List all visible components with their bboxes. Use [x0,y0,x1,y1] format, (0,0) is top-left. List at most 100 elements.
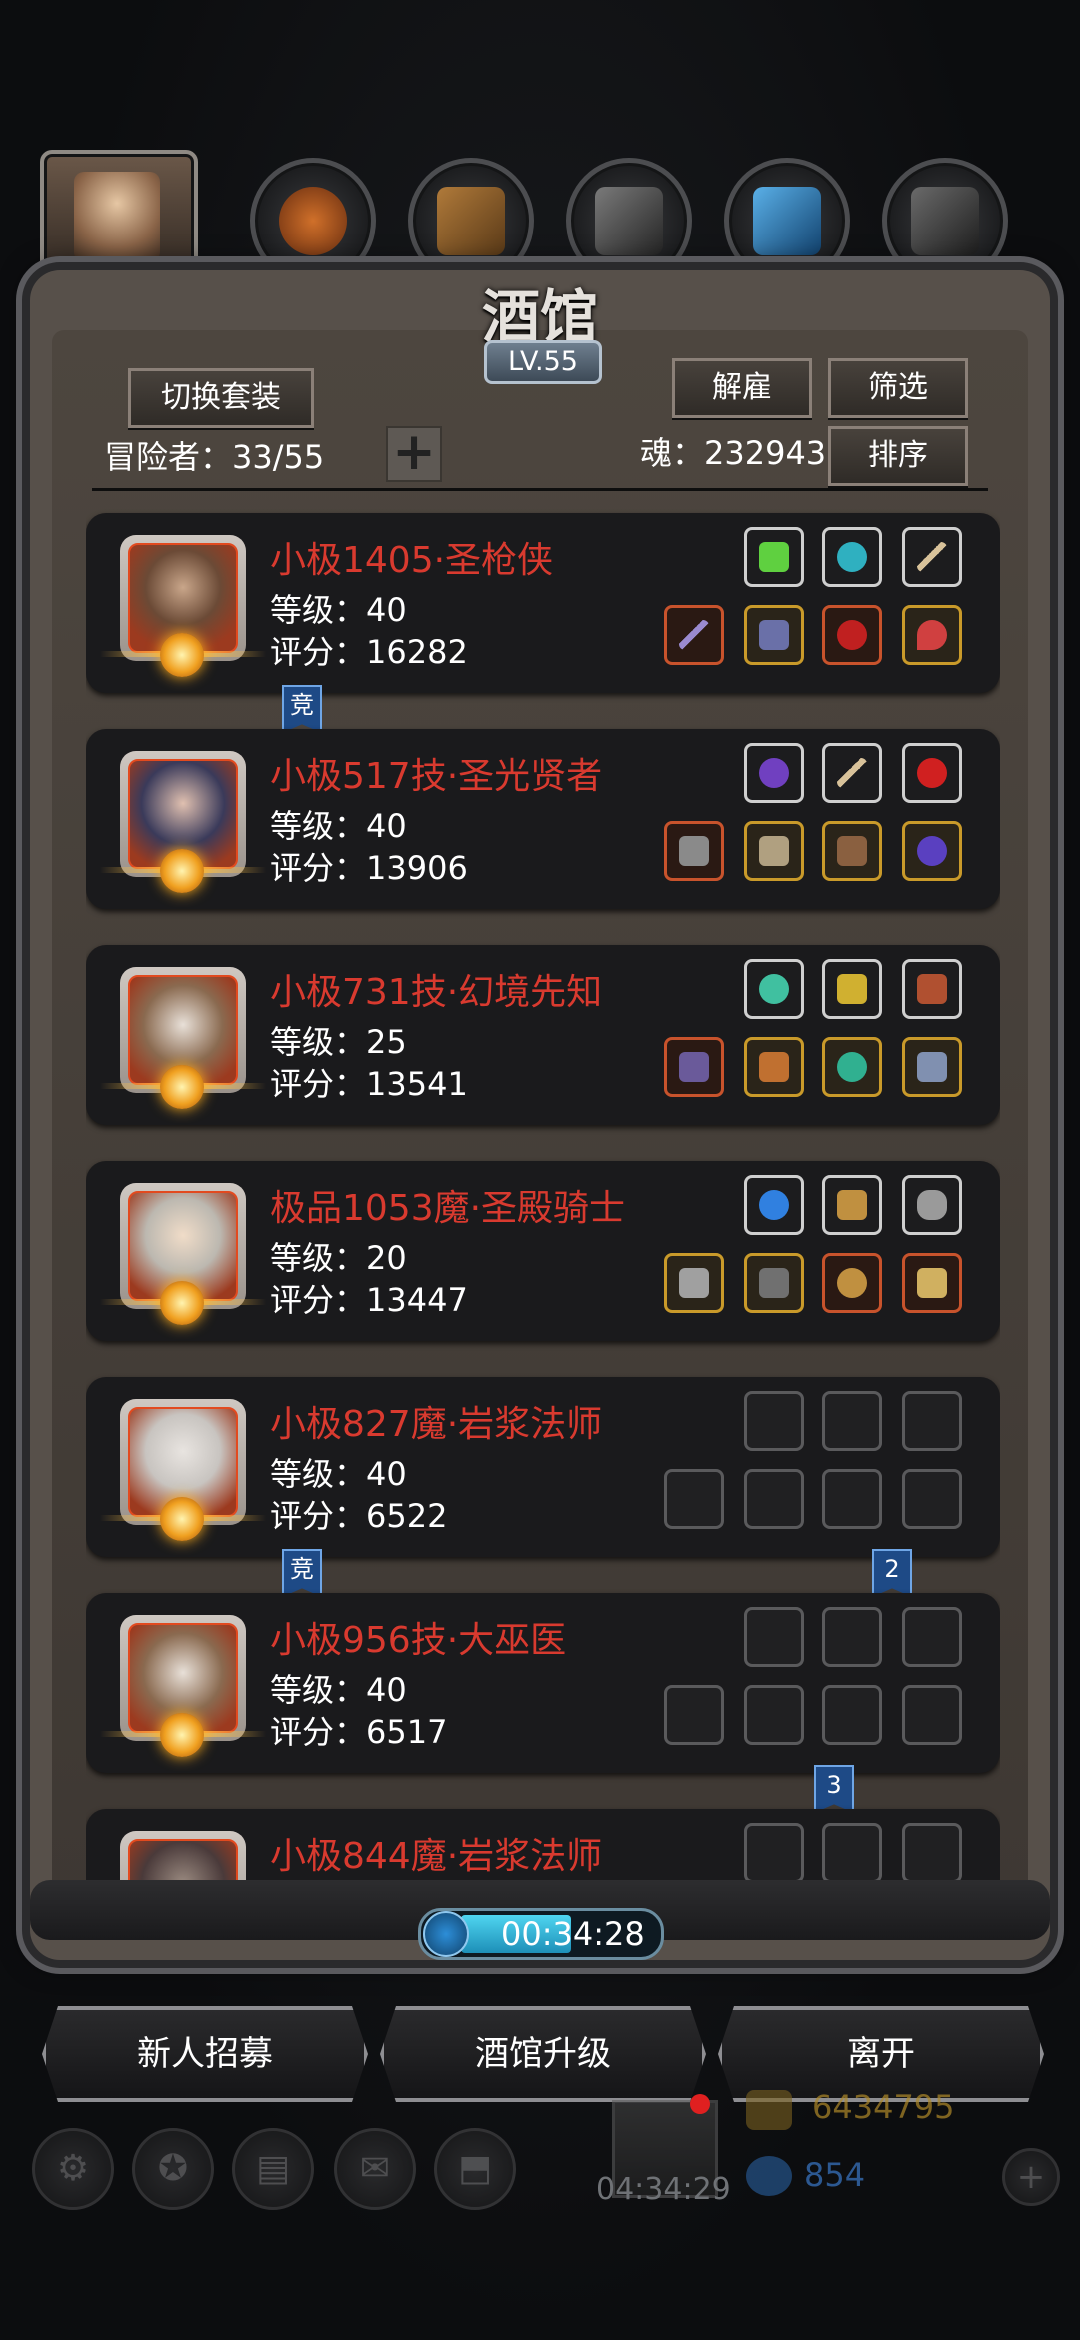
helmet-icon[interactable] [902,1253,962,1313]
empty-flame-slot-icon[interactable] [744,1823,804,1883]
armor-icon[interactable] [744,605,804,665]
ruby-ring-icon[interactable] [822,605,882,665]
adventurer-card[interactable]: 小极844魔·岩浆法师 [86,1809,1000,1885]
switch-outfit-button[interactable]: 切换套装 [128,368,314,428]
soul-count: 魂：232943 [640,434,827,472]
empty-hourglass-slot-icon[interactable] [822,1607,882,1667]
empty-hourglass-slot-icon[interactable] [822,1823,882,1883]
gift-timer: 04:34:29 [596,2172,731,2207]
empty-hourglass-slot-icon[interactable] [822,1391,882,1451]
settings-gear-icon[interactable]: ⚙ [32,2128,114,2210]
adventurer-name: 小极731技·幻境先知 [270,972,603,1013]
pendant-icon[interactable] [902,1037,962,1097]
adventurer-name: 小极827魔·岩浆法师 [270,1404,603,1445]
empty-hourglass-slot-icon[interactable] [902,1391,962,1451]
adventurer-card[interactable]: 极品1053魔·圣殿骑士 等级：20 评分：13447 [86,1161,1000,1341]
star-icon [160,1065,204,1109]
mask-icon[interactable] [822,821,882,881]
wand-icon[interactable] [902,527,962,587]
adventurer-level: 等级：25 [270,1023,407,1061]
achievement-icon[interactable]: ✪ [132,2128,214,2210]
adventurer-card[interactable]: 小极731技·幻境先知 等级：25 评分：13541 [86,945,1000,1125]
empty-ring-slot-icon[interactable] [822,1469,882,1529]
scepter-icon[interactable] [822,1175,882,1235]
staff-icon[interactable] [822,743,882,803]
empty-hourglass-slot-icon[interactable] [902,1823,962,1883]
adventurer-score: 评分：13906 [270,849,468,887]
map-icon[interactable]: ⬒ [434,2128,516,2210]
empty-ring-slot-icon[interactable] [902,1469,962,1529]
team-3-tag: 3 [814,1765,854,1813]
lantern-icon[interactable] [822,959,882,1019]
empty-staff-slot-icon[interactable] [664,1469,724,1529]
team-2-tag: 2 [872,1549,912,1597]
plate-armor-icon[interactable] [744,1253,804,1313]
sort-button[interactable]: 排序 [828,426,968,486]
tab-adventurers[interactable] [40,150,198,288]
adventurer-score: 评分：13447 [270,1281,468,1319]
tab-gourd[interactable] [250,158,376,284]
helm-mask-icon[interactable] [902,1175,962,1235]
adventurer-score: 评分：16282 [270,633,468,671]
ring-icon[interactable] [902,821,962,881]
competitive-tag: 竞 [282,1549,322,1597]
spear-icon[interactable] [664,605,724,665]
adventurer-card[interactable]: 小极1405·圣枪侠 等级：40 评分：16282 [86,513,1000,693]
empty-hourglass-slot-icon[interactable] [902,1607,962,1667]
green-ring-icon[interactable] [822,1037,882,1097]
leather-armor-icon[interactable] [744,1037,804,1097]
gem-icon [746,2156,792,2196]
adventurer-name: 小极956技·大巫医 [270,1620,567,1661]
adventurer-card[interactable]: 小极827魔·岩浆法师 等级：40 评分：6522 [86,1377,1000,1557]
adventurer-name: 极品1053魔·圣殿骑士 [270,1188,626,1229]
red-stone-icon[interactable] [902,743,962,803]
shield-icon[interactable] [822,1253,882,1313]
green-crystal-icon[interactable] [744,527,804,587]
adventurer-card[interactable]: 小极956技·大巫医 等级：40 评分：6517 [86,1593,1000,1773]
warhammer-icon[interactable] [664,1253,724,1313]
adventurer-card[interactable]: 小极517技·圣光贤者 等级：40 评分：13906 [86,729,1000,909]
adventurer-name: 小极517技·圣光贤者 [270,756,603,797]
purple-gem-icon[interactable] [744,743,804,803]
dark-blade-icon[interactable] [664,1037,724,1097]
teal-orb-icon[interactable] [744,959,804,1019]
empty-ring-slot-icon[interactable] [822,1685,882,1745]
blue-orb-icon[interactable] [744,1175,804,1235]
empty-armor-slot-icon[interactable] [744,1685,804,1745]
empty-flame-slot-icon[interactable] [744,1391,804,1451]
star-icon [160,1713,204,1757]
filter-button[interactable]: 筛选 [828,358,968,418]
mail-icon[interactable]: ✉ [334,2128,416,2210]
tab-stone[interactable] [882,158,1008,284]
avatar [120,1831,246,1885]
dismiss-button[interactable]: 解雇 [672,358,812,418]
book-icon[interactable]: ▤ [232,2128,314,2210]
clock-icon [423,1911,469,1957]
competitive-tag: 竞 [282,685,322,733]
empty-flame-slot-icon[interactable] [744,1607,804,1667]
empty-staff-slot-icon[interactable] [664,1685,724,1745]
hammer-icon[interactable] [664,821,724,881]
upgrade-tavern-button[interactable]: 酒馆升级 [380,2006,706,2102]
avatar [100,1399,266,1541]
star-icon [160,849,204,893]
add-currency-icon[interactable]: + [1002,2148,1060,2206]
star-icon [160,633,204,677]
empty-armor-slot-icon[interactable] [744,1469,804,1529]
adventurer-list[interactable]: 小极1405·圣枪侠 等级：40 评分：16282 竞 小极517技·圣光贤者 … [86,505,1000,1885]
recruit-button[interactable]: 新人招募 [42,2006,368,2102]
feather-icon[interactable] [902,959,962,1019]
blue-stone-icon[interactable] [822,527,882,587]
robe-icon[interactable] [744,821,804,881]
tab-wood[interactable] [408,158,534,284]
stone-icon [911,187,979,255]
tab-iron[interactable] [566,158,692,284]
add-slot-button[interactable]: + [386,426,442,482]
gem-amount: 854 [804,2156,866,2194]
tab-crystal[interactable] [724,158,850,284]
empty-ring-slot-icon[interactable] [902,1685,962,1745]
gold-icon [746,2090,792,2130]
amulet-icon[interactable] [902,605,962,665]
adventurer-name: 小极844魔·岩浆法师 [270,1836,603,1877]
avatar [100,967,266,1109]
